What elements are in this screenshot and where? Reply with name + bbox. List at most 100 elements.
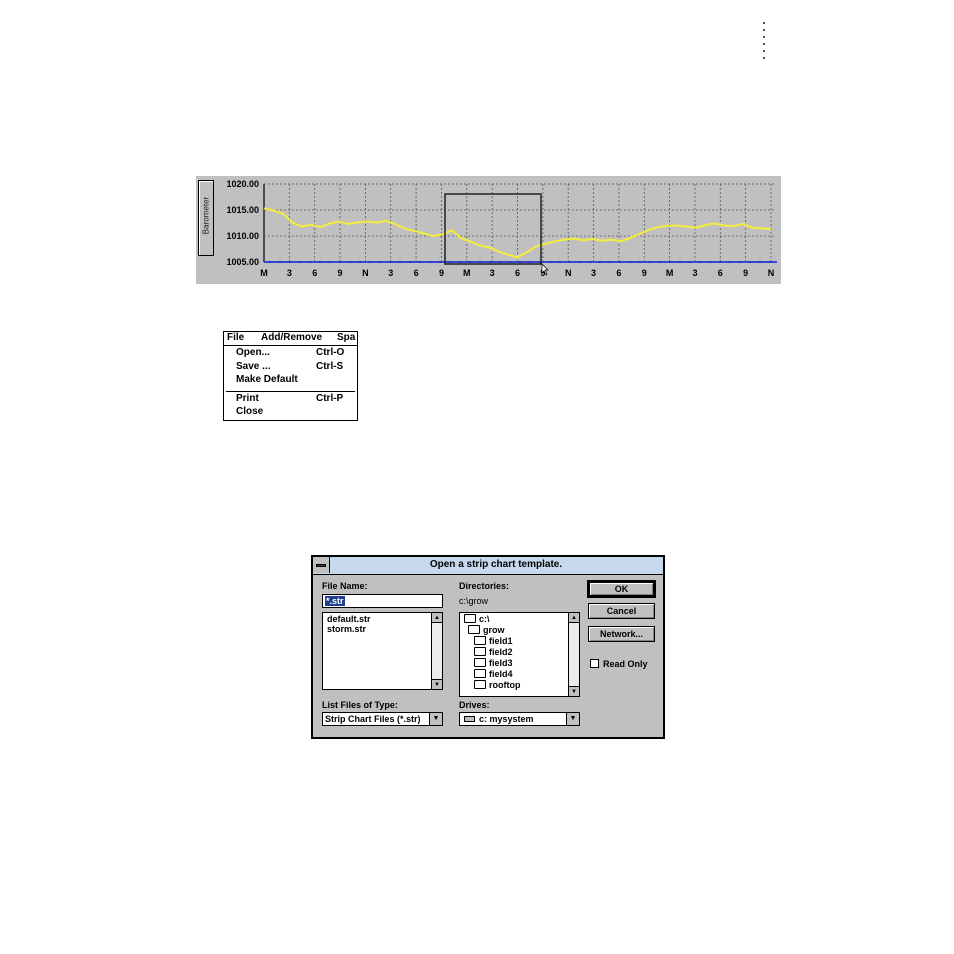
x-tick-label: 3 [490, 268, 495, 278]
dir-item-grow[interactable]: grow [468, 625, 505, 635]
dir-item-field2[interactable]: field2 [474, 647, 513, 657]
x-tick-label: 6 [718, 268, 723, 278]
x-tick-label: 3 [591, 268, 596, 278]
dir-label: field4 [489, 669, 513, 679]
strip-chart-plot: 1020.001015.001010.001005.00M 3 6 9 N 3 6 9 M 3 6 9… [226, 179, 777, 278]
y-tick-label: 1020.00 [226, 179, 259, 189]
dir-item-field4[interactable]: field4 [474, 669, 513, 679]
dir-item-field1[interactable]: field1 [474, 636, 513, 646]
x-tick-label: M [666, 268, 674, 278]
menu-separator [226, 391, 355, 392]
x-tick-label: M [463, 268, 471, 278]
folder-icon [474, 680, 486, 689]
x-tick-label: 3 [692, 268, 697, 278]
menu-item-save[interactable]: Save ... [236, 361, 270, 374]
dir-label: grow [483, 625, 505, 635]
dir-label: field2 [489, 647, 513, 657]
drives-label: Drives: [459, 700, 490, 710]
x-tick-label: N [362, 268, 369, 278]
file-list[interactable]: default.str storm.str ▲ ▼ [322, 612, 443, 690]
dir-item-root[interactable]: c:\ [464, 614, 490, 624]
open-folder-icon [464, 614, 476, 623]
file-type-select[interactable]: Strip Chart Files (*.str) ▼ [322, 712, 443, 726]
read-only-checkbox[interactable] [590, 659, 599, 668]
y-tick-label: 1005.00 [226, 257, 259, 267]
dir-item-field3[interactable]: field3 [474, 658, 513, 668]
dir-label: field1 [489, 636, 513, 646]
read-only-label: Read Only [603, 659, 648, 669]
y-tick-label: 1015.00 [226, 205, 259, 215]
selection-box [444, 193, 542, 265]
list-item[interactable]: default.str [327, 614, 371, 624]
x-tick-label: 6 [414, 268, 419, 278]
open-dialog: Open a strip chart template. File Name: … [311, 555, 665, 739]
shortcut-print: Ctrl-P [316, 393, 344, 404]
file-menu: File Add/Remove Spa Open... Ctrl-O Save … [223, 331, 358, 421]
x-tick-label: 9 [338, 268, 343, 278]
menu-item-print[interactable]: Print [236, 393, 259, 406]
folder-icon [474, 647, 486, 656]
list-type-label: List Files of Type: [322, 700, 398, 710]
file-name-value: *.str [325, 596, 345, 606]
x-tick-label: 6 [515, 268, 520, 278]
scroll-up-icon[interactable]: ▲ [569, 613, 579, 623]
scroll-down-icon[interactable]: ▼ [569, 686, 579, 696]
open-folder-icon [468, 625, 480, 634]
y-tick-label: 1010.00 [226, 231, 259, 241]
menu-item-make-default-label: Make Default [236, 374, 298, 385]
dropdown-arrow-icon[interactable]: ▼ [566, 713, 579, 725]
menu-item-open-label: Open... [236, 347, 270, 358]
menu-spa[interactable]: Spa [337, 332, 355, 343]
folder-icon [474, 669, 486, 678]
directory-list-scrollbar[interactable]: ▲ ▼ [568, 613, 579, 696]
shortcut-save: Ctrl-S [316, 361, 344, 372]
dialog-title-bar[interactable]: Open a strip chart template. [313, 557, 663, 575]
ok-button[interactable]: OK [587, 580, 656, 598]
dir-label: field3 [489, 658, 513, 668]
x-tick-label: 9 [743, 268, 748, 278]
drive-icon [464, 716, 475, 722]
scroll-up-icon[interactable]: ▲ [432, 613, 442, 623]
x-tick-label: N [565, 268, 572, 278]
x-tick-label: M [260, 268, 268, 278]
file-list-scrollbar[interactable]: ▲ ▼ [431, 613, 442, 689]
network-button[interactable]: Network... [588, 626, 655, 642]
strip-chart[interactable]: Barometer 1020.00 1015.00 1010.00 1005.00 M 3… [196, 176, 781, 284]
current-directory: c:\grow [459, 596, 489, 606]
x-tick-label: 6 [312, 268, 317, 278]
directory-list[interactable]: c:\ grow field1 field2 field3 field4 roo… [459, 612, 580, 697]
menu-item-close[interactable]: Close [236, 406, 263, 419]
dir-label: rooftop [489, 680, 521, 690]
dir-label: c:\ [479, 614, 490, 624]
file-type-value: Strip Chart Files (*.str) [325, 714, 421, 724]
menu-item-make-default[interactable]: Make Default [236, 374, 298, 387]
x-tick-label: 9 [439, 268, 444, 278]
list-item[interactable]: storm.str [327, 624, 366, 634]
menu-item-close-label: Close [236, 406, 264, 417]
drive-select[interactable]: c: mysystem ▼ [459, 712, 580, 726]
shortcut-open: Ctrl-O [316, 347, 345, 358]
menu-item-save-label: Save ... [236, 361, 271, 372]
x-tick-label: 6 [616, 268, 621, 278]
folder-icon [474, 658, 486, 667]
x-tick-label: N [768, 268, 775, 278]
margin-dots [763, 22, 766, 64]
menu-item-open[interactable]: Open... [236, 347, 270, 360]
x-tick-label: 3 [287, 268, 292, 278]
dialog-title: Open a strip chart template. [429, 559, 563, 570]
dropdown-arrow-icon[interactable]: ▼ [429, 713, 442, 725]
x-tick-label: 3 [388, 268, 393, 278]
folder-icon [474, 636, 486, 645]
menu-bar: File Add/Remove Spa [224, 332, 357, 346]
system-menu-icon[interactable] [313, 557, 330, 573]
menu-item-print-label: Print [236, 393, 259, 404]
file-name-input[interactable]: *.str [322, 594, 443, 608]
x-tick-label: 9 [642, 268, 647, 278]
directories-label: Directories: [459, 581, 510, 591]
menu-file[interactable]: File [227, 332, 244, 343]
dir-item-rooftop[interactable]: rooftop [474, 680, 521, 690]
file-name-label: File Name: [322, 581, 368, 591]
menu-add-remove[interactable]: Add/Remove [261, 332, 322, 343]
scroll-down-icon[interactable]: ▼ [432, 679, 442, 689]
cancel-button[interactable]: Cancel [588, 603, 655, 619]
